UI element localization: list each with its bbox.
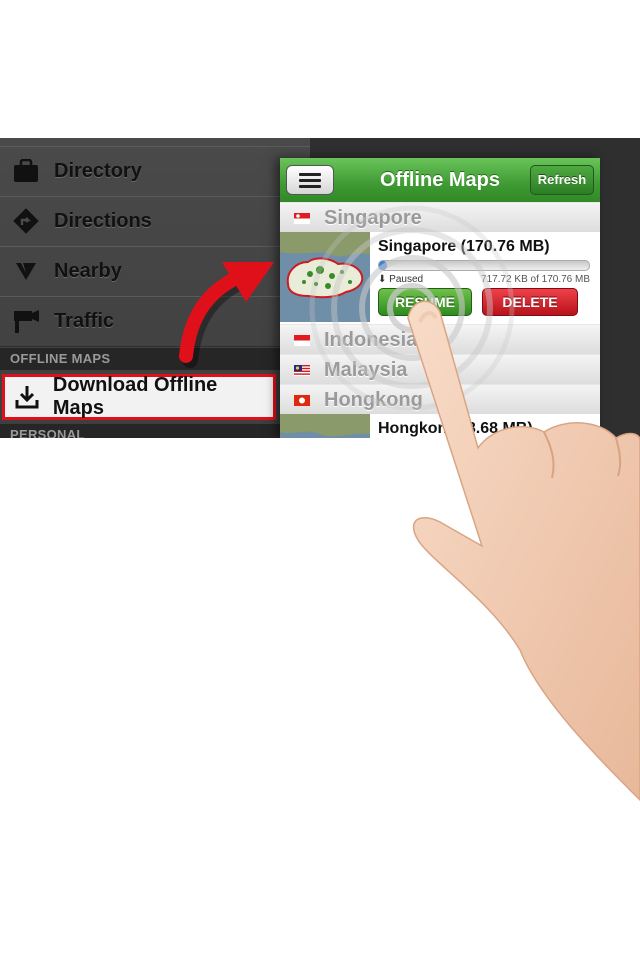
hamburger-menu-button[interactable] <box>286 165 334 195</box>
download-arrow-icon: ⬇ <box>378 274 387 285</box>
section-header-personal: PERSONAL <box>0 424 310 438</box>
section-hongkong[interactable]: Hongkong <box>280 384 600 416</box>
menu-item-label: Nearby <box>54 259 122 282</box>
download-progress-text: 717.72 KB of 170.76 MB <box>481 274 590 285</box>
menu-item-label: Directory <box>54 159 142 182</box>
traffic-camera-icon <box>12 307 40 335</box>
download-icon <box>13 383 41 411</box>
menu-item-directions[interactable]: Directions <box>0 196 310 247</box>
briefcase-icon <box>12 157 40 185</box>
page-title: Offline Maps <box>379 169 500 191</box>
directions-icon <box>12 207 40 235</box>
download-progress-bar <box>378 260 590 271</box>
section-name: Malaysia <box>324 358 408 381</box>
nav-bar: Offline Maps Refresh <box>280 158 600 203</box>
singapore-map-thumbnail <box>280 232 370 322</box>
malaysia-flag-icon <box>294 364 310 376</box>
nearby-icon <box>12 257 40 285</box>
menu-item-traffic[interactable]: Traffic <box>0 296 310 347</box>
menu-item-label: Directions <box>54 209 152 232</box>
menu-item-label: Traffic <box>54 309 115 332</box>
download-item-title: Hongkong (8.68 MB) <box>378 420 533 437</box>
section-name: Indonesia <box>324 328 418 351</box>
download-item-title: Singapore (170.76 MB) <box>378 238 550 255</box>
offline-maps-app: Offline Maps Refresh Singapore Singapore… <box>280 158 600 438</box>
hongkong-flag-icon <box>294 394 310 406</box>
list-item-hongkong[interactable]: Hongkong (8.68 MB) <box>280 414 600 438</box>
section-malaysia[interactable]: Malaysia <box>280 354 600 386</box>
section-indonesia[interactable]: Indonesia <box>280 324 600 356</box>
menu-item-download-offline-maps[interactable]: Download Offline Maps <box>2 374 276 420</box>
progress-fill <box>379 261 388 270</box>
list-item-singapore[interactable]: Singapore (170.76 MB) ⬇ Paused 717.72 KB… <box>280 232 600 325</box>
app-screen: Directory Directions Nearby Traffic OFFL… <box>0 138 640 438</box>
menu-item-nearby[interactable]: Nearby <box>0 246 310 297</box>
section-header-offline-maps: OFFLINE MAPS <box>0 348 310 370</box>
indonesia-flag-icon <box>294 334 310 346</box>
download-status: ⬇ Paused <box>378 274 423 285</box>
delete-button[interactable]: DELETE <box>482 288 578 316</box>
menu-item-directory[interactable]: Directory <box>0 146 310 197</box>
section-name: Hongkong <box>324 388 423 411</box>
status-label: Paused <box>389 274 424 285</box>
resume-button[interactable]: RESUME <box>378 288 472 316</box>
section-name: Singapore <box>324 206 422 229</box>
hamburger-icon <box>299 173 321 188</box>
hongkong-map-thumbnail <box>280 414 370 438</box>
side-menu: Directory Directions Nearby Traffic OFFL… <box>0 138 310 438</box>
singapore-flag-icon <box>294 212 310 224</box>
refresh-button[interactable]: Refresh <box>530 165 594 195</box>
download-offline-maps-label: Download Offline Maps <box>52 374 218 419</box>
section-singapore[interactable]: Singapore <box>280 202 600 234</box>
